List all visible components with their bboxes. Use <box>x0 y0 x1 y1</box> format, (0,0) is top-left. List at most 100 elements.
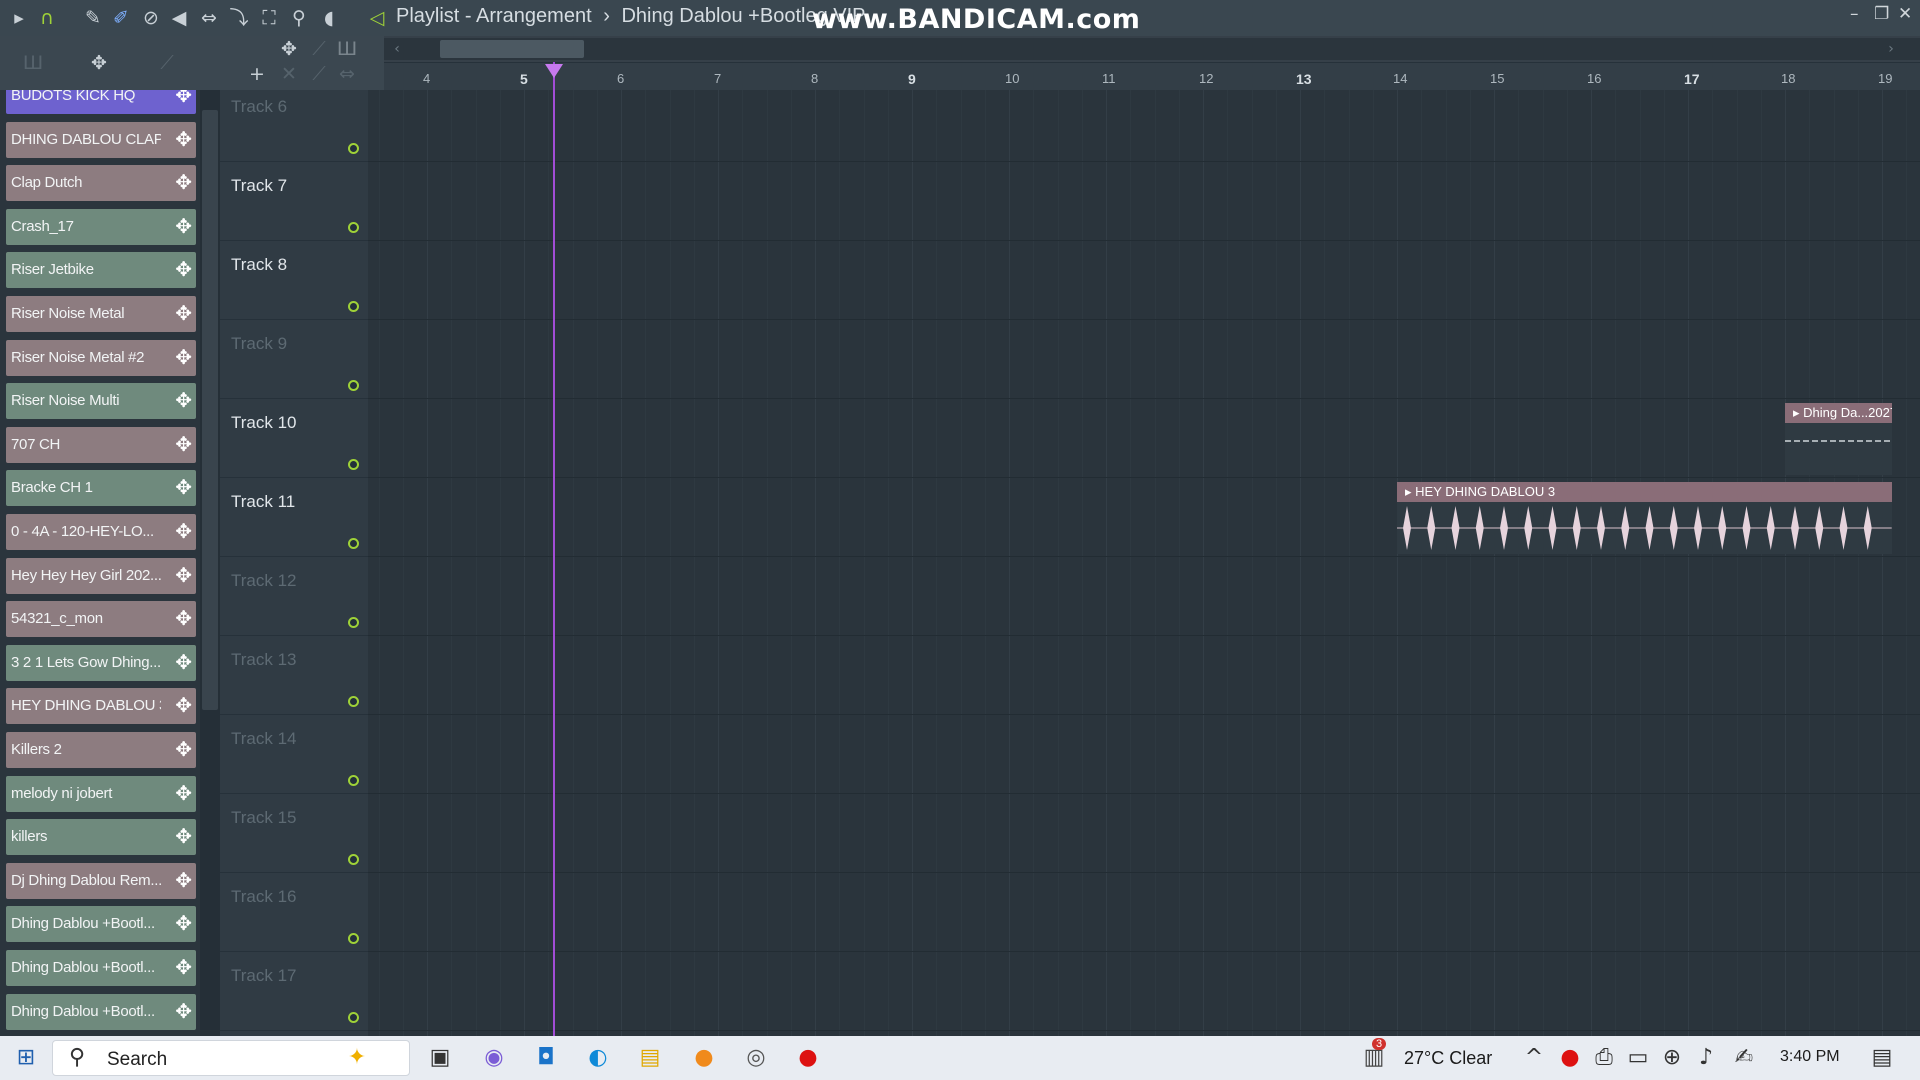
clip-waveform[interactable] <box>1397 502 1892 554</box>
browser-item[interactable]: Clap Dutch ✥ <box>6 165 196 202</box>
pencil-icon[interactable]: ✎ <box>82 7 104 29</box>
browser-item[interactable]: Riser Noise Metal ✥ <box>6 296 196 332</box>
copilot-icon[interactable]: ◉ <box>480 1044 508 1072</box>
battery-icon[interactable]: ▭ <box>1624 1044 1652 1072</box>
browser-item[interactable]: Killers 2 ✥ <box>6 732 196 768</box>
track-mute-led-icon[interactable] <box>348 854 359 865</box>
drag-handle-icon[interactable]: ✥ <box>175 90 192 106</box>
track-mute-led-icon[interactable] <box>348 696 359 707</box>
select-icon[interactable]: ⛶ <box>258 7 280 29</box>
drag-handle-icon[interactable]: ✥ <box>175 607 192 629</box>
playlist-grid[interactable]: ▸ Dhing Da...2027 ▸ HEY DHING DABLOU 3 <box>368 90 1920 1036</box>
track-header[interactable]: Track 15 <box>220 794 368 873</box>
track-mute-led-icon[interactable] <box>348 301 359 312</box>
browser-item[interactable]: Bracke CH 1 ✥ <box>6 470 196 507</box>
delete-icon[interactable]: ⊘ <box>140 7 162 29</box>
media-app-icon[interactable]: ◎ <box>742 1044 770 1072</box>
track-header[interactable]: Track 10 <box>220 399 368 478</box>
timeline-ruler[interactable]: 4 5 6 7 8 9 10 11 12 13 14 15 16 17 18 19 <box>384 62 1920 90</box>
scroll-left-icon[interactable]: ‹ <box>386 38 408 60</box>
mute-icon[interactable]: ◀ <box>168 7 190 29</box>
drag-handle-icon[interactable]: ✥ <box>175 302 192 324</box>
track-mute-led-icon[interactable] <box>348 1012 359 1023</box>
track-header[interactable]: Track 13 <box>220 636 368 715</box>
browser-item[interactable]: Riser Noise Metal #2 ✥ <box>6 339 196 376</box>
edge-icon[interactable]: ◐ <box>584 1044 612 1072</box>
weather-text[interactable]: 27°C Clear <box>1404 1048 1492 1069</box>
browser-item[interactable]: 54321_c_mon ✥ <box>6 601 196 638</box>
browser-item[interactable]: 707 CH ✥ <box>6 426 196 463</box>
track-header[interactable]: Track 7 <box>220 162 368 241</box>
track-mute-led-icon[interactable] <box>348 459 359 470</box>
track-header[interactable]: Track 16 <box>220 873 368 952</box>
network-icon[interactable]: ⊕ <box>1658 1044 1686 1072</box>
playback-icon[interactable]: ◖ <box>318 7 340 29</box>
track-mute-led-icon[interactable] <box>348 617 359 628</box>
task-view-icon[interactable]: ▣ <box>426 1044 454 1072</box>
browser-item[interactable]: Riser Jetbike ✥ <box>6 252 196 289</box>
track-header[interactable]: Track 12 <box>220 557 368 636</box>
browser-item[interactable]: Riser Noise Multi ✥ <box>6 383 196 420</box>
browser-item[interactable]: BUDOTS KICK HQ ✥ <box>6 90 196 114</box>
drag-handle-icon[interactable]: ✥ <box>175 912 192 934</box>
browser-edit-icon[interactable]: ⟋ <box>156 52 178 74</box>
track-mute-led-icon[interactable] <box>348 538 359 549</box>
bandicam-record-icon[interactable]: ● <box>794 1044 822 1072</box>
track-mute-led-icon[interactable] <box>348 380 359 391</box>
track-mute-led-icon[interactable] <box>348 933 359 944</box>
brush-icon[interactable]: ✐ <box>110 7 132 29</box>
volume-icon[interactable]: ♪ <box>1692 1044 1720 1072</box>
track-grid-icon[interactable]: Ш <box>336 38 358 60</box>
scrollbar-thumb[interactable] <box>440 40 584 58</box>
drag-handle-icon[interactable]: ✥ <box>175 346 192 368</box>
track-mute-led-icon[interactable] <box>348 143 359 154</box>
drag-handle-icon[interactable]: ✥ <box>175 433 192 455</box>
pen-icon[interactable]: ✍ <box>1730 1044 1758 1072</box>
drag-handle-icon[interactable]: ✥ <box>175 215 192 237</box>
close-icon[interactable]: ✕ <box>1898 4 1912 24</box>
camera-icon[interactable]: ⎙ <box>1590 1044 1618 1072</box>
scroll-right-icon[interactable]: › <box>1880 38 1902 60</box>
drag-handle-icon[interactable]: ✥ <box>175 258 192 280</box>
slice-icon[interactable]: ⤵ <box>228 7 250 29</box>
browser-item[interactable]: DHING DABLOU CLAP... ✥ <box>6 121 196 158</box>
browser-scrollbar-thumb[interactable] <box>202 110 218 710</box>
track-pen-icon[interactable]: ⟋ <box>308 63 330 85</box>
drag-handle-icon[interactable]: ✥ <box>175 128 192 150</box>
playhead-marker-icon[interactable] <box>545 64 564 78</box>
drag-handle-icon[interactable]: ✥ <box>175 651 192 673</box>
chevron-up-icon[interactable]: ^ <box>1520 1044 1548 1072</box>
clip-waveform[interactable] <box>1785 423 1892 475</box>
track-mute-led-icon[interactable] <box>348 222 359 233</box>
track-header[interactable]: Track 8 <box>220 241 368 320</box>
browser-grid-icon[interactable]: Ш <box>22 52 44 74</box>
clip-header[interactable]: ▸ HEY DHING DABLOU 3 <box>1397 482 1892 502</box>
drag-handle-icon[interactable]: ✥ <box>175 956 192 978</box>
outlook-icon[interactable]: ◘ <box>532 1044 560 1072</box>
menu-arrow-icon[interactable]: ▸ <box>8 7 30 29</box>
track-mute-led-icon[interactable] <box>348 775 359 786</box>
browser-item[interactable]: HEY DHING DABLOU 3 ✥ <box>6 688 196 725</box>
track-header[interactable]: Track 11 <box>220 478 368 557</box>
browser-move-icon[interactable]: ✥ <box>88 52 110 74</box>
restore-icon[interactable]: ❐ <box>1874 4 1889 24</box>
track-header[interactable]: Track 9 <box>220 320 368 399</box>
track-shift-icon[interactable]: ⇔ <box>336 63 358 85</box>
track-header[interactable]: Track 17 <box>220 952 368 1031</box>
magnet-icon[interactable]: ∩ <box>36 7 58 29</box>
drag-handle-icon[interactable]: ✥ <box>175 825 192 847</box>
taskbar-search-box[interactable]: ⚲ Search ✦ <box>52 1040 410 1076</box>
horizontal-scrollbar[interactable]: ‹ › <box>384 38 1920 60</box>
browser-item[interactable]: Hey Hey Hey Girl 202... ✥ <box>6 557 196 594</box>
windows-start-icon[interactable]: ⊞ <box>12 1044 40 1072</box>
record-tray-icon[interactable]: ● <box>1556 1044 1584 1072</box>
drag-handle-icon[interactable]: ✥ <box>175 171 192 193</box>
notifications-icon[interactable]: ▤ <box>1868 1044 1896 1072</box>
add-track-icon[interactable]: + <box>246 63 268 85</box>
drag-handle-icon[interactable]: ✥ <box>175 782 192 804</box>
drag-handle-icon[interactable]: ✥ <box>175 476 192 498</box>
track-header[interactable]: Track 6 <box>220 83 368 162</box>
drag-handle-icon[interactable]: ✥ <box>175 389 192 411</box>
slip-icon[interactable]: ⇔ <box>198 7 220 29</box>
browser-item[interactable]: 0 - 4A - 120-HEY-LO... ✥ <box>6 514 196 550</box>
